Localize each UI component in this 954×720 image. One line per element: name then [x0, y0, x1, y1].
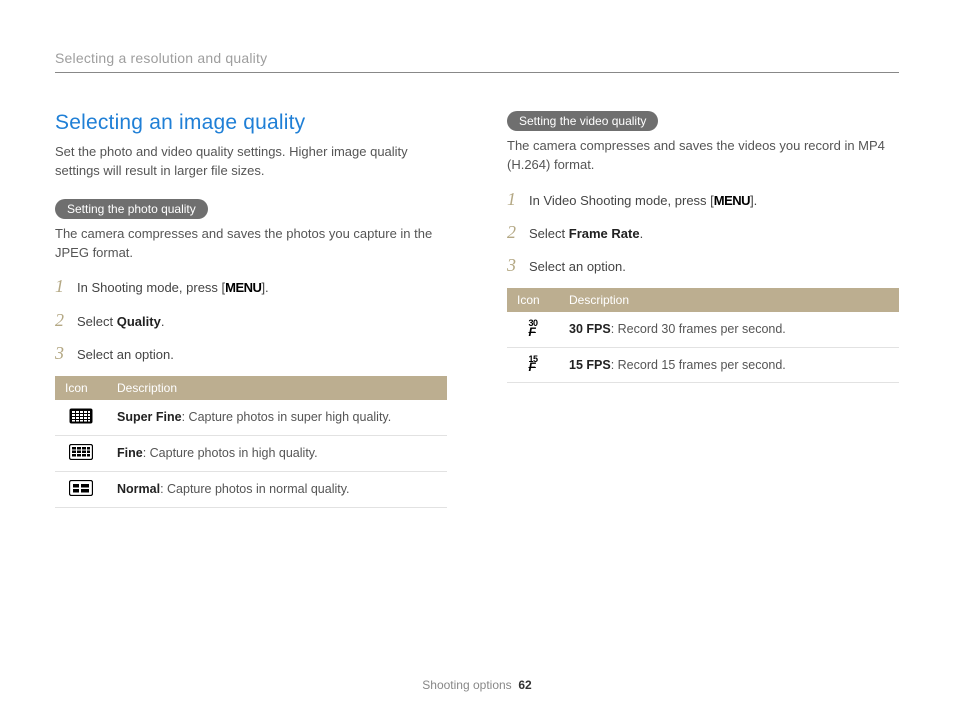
step-3: 3 Select an option.	[507, 255, 899, 276]
fps-f-glyph: F	[528, 363, 537, 371]
quality-desc-cell: Fine: Capture photos in high quality.	[107, 435, 447, 471]
step-bold: Quality	[117, 314, 161, 329]
desc-bold: 15 FPS	[569, 358, 611, 372]
frame-rate-table: Icon Description 30 F 30 FPS: Rec	[507, 288, 899, 383]
step-number: 3	[55, 343, 77, 364]
quality-icon-cell	[55, 435, 107, 471]
desc-text: : Record 15 frames per second.	[611, 358, 786, 372]
step-1: 1 In Video Shooting mode, press [MENU].	[507, 189, 899, 210]
table-row: 30 F 30 FPS: Record 30 frames per second…	[507, 312, 899, 347]
table-header-desc: Description	[559, 288, 899, 312]
fps-desc-cell: 15 FPS: Record 15 frames per second.	[559, 347, 899, 382]
desc-text: : Capture photos in high quality.	[143, 446, 318, 460]
fps-30-icon: 30 F	[528, 320, 537, 336]
running-head: Selecting a resolution and quality	[55, 50, 899, 73]
step-fragment: ].	[261, 280, 268, 295]
step-text: In Shooting mode, press [MENU].	[77, 279, 269, 297]
table-row: Normal: Capture photos in normal quality…	[55, 471, 447, 507]
manual-page: Selecting a resolution and quality Selec…	[0, 0, 954, 720]
step-text: Select Frame Rate.	[529, 225, 643, 243]
step-number: 3	[507, 255, 529, 276]
step-fragment: ].	[750, 193, 757, 208]
subsection-intro: The camera compresses and saves the vide…	[507, 137, 899, 175]
step-3: 3 Select an option.	[55, 343, 447, 364]
quality-icon-cell	[55, 471, 107, 507]
desc-bold: Fine	[117, 446, 143, 460]
normal-icon	[69, 480, 93, 496]
step-fragment: .	[161, 314, 165, 329]
step-number: 2	[507, 222, 529, 243]
table-header-icon: Icon	[55, 376, 107, 400]
desc-text: : Capture photos in normal quality.	[160, 482, 349, 496]
section-title: Selecting an image quality	[55, 111, 447, 135]
footer-section: Shooting options	[422, 678, 511, 692]
table-row: 15 F 15 FPS: Record 15 frames per second…	[507, 347, 899, 382]
step-2: 2 Select Quality.	[55, 310, 447, 331]
step-fragment: In Shooting mode, press [	[77, 280, 225, 295]
step-fragment: Select	[529, 226, 569, 241]
fps-desc-cell: 30 FPS: Record 30 frames per second.	[559, 312, 899, 347]
two-column-layout: Selecting an image quality Set the photo…	[55, 111, 899, 508]
super-fine-icon	[69, 408, 93, 424]
table-header-desc: Description	[107, 376, 447, 400]
quality-icon-cell	[55, 400, 107, 436]
step-fragment: .	[640, 226, 644, 241]
steps-list: 1 In Shooting mode, press [MENU]. 2 Sele…	[55, 276, 447, 364]
step-text: In Video Shooting mode, press [MENU].	[529, 192, 757, 210]
left-column: Selecting an image quality Set the photo…	[55, 111, 447, 508]
fps-f-glyph: F	[528, 328, 537, 336]
step-fragment: In Video Shooting mode, press [	[529, 193, 714, 208]
quality-desc-cell: Super Fine: Capture photos in super high…	[107, 400, 447, 436]
section-intro: Set the photo and video quality settings…	[55, 143, 447, 181]
subsection-intro: The camera compresses and saves the phot…	[55, 225, 447, 263]
desc-bold: Normal	[117, 482, 160, 496]
desc-text: : Record 30 frames per second.	[611, 322, 786, 336]
quality-desc-cell: Normal: Capture photos in normal quality…	[107, 471, 447, 507]
step-fragment: Select	[77, 314, 117, 329]
step-1: 1 In Shooting mode, press [MENU].	[55, 276, 447, 297]
table-header-icon: Icon	[507, 288, 559, 312]
step-text: Select Quality.	[77, 313, 164, 331]
step-2: 2 Select Frame Rate.	[507, 222, 899, 243]
step-number: 1	[55, 276, 77, 297]
steps-list: 1 In Video Shooting mode, press [MENU]. …	[507, 189, 899, 277]
table-row: Fine: Capture photos in high quality.	[55, 435, 447, 471]
desc-bold: 30 FPS	[569, 322, 611, 336]
page-number: 62	[518, 678, 531, 692]
photo-quality-table: Icon Description Super Fine: Capture pho…	[55, 376, 447, 508]
page-footer: Shooting options 62	[0, 678, 954, 692]
step-number: 1	[507, 189, 529, 210]
step-number: 2	[55, 310, 77, 331]
fine-icon	[69, 444, 93, 460]
desc-text: : Capture photos in super high quality.	[182, 410, 392, 424]
step-bold: Frame Rate	[569, 226, 640, 241]
fps-15-icon: 15 F	[528, 356, 537, 372]
menu-button-label: MENU	[225, 280, 261, 295]
step-text: Select an option.	[77, 346, 174, 364]
right-column: Setting the video quality The camera com…	[507, 111, 899, 508]
fps-icon-cell: 15 F	[507, 347, 559, 382]
step-text: Select an option.	[529, 258, 626, 276]
subsection-pill-video: Setting the video quality	[507, 111, 658, 131]
fps-icon-cell: 30 F	[507, 312, 559, 347]
subsection-pill-photo: Setting the photo quality	[55, 199, 208, 219]
desc-bold: Super Fine	[117, 410, 182, 424]
menu-button-label: MENU	[714, 193, 750, 208]
table-row: Super Fine: Capture photos in super high…	[55, 400, 447, 436]
